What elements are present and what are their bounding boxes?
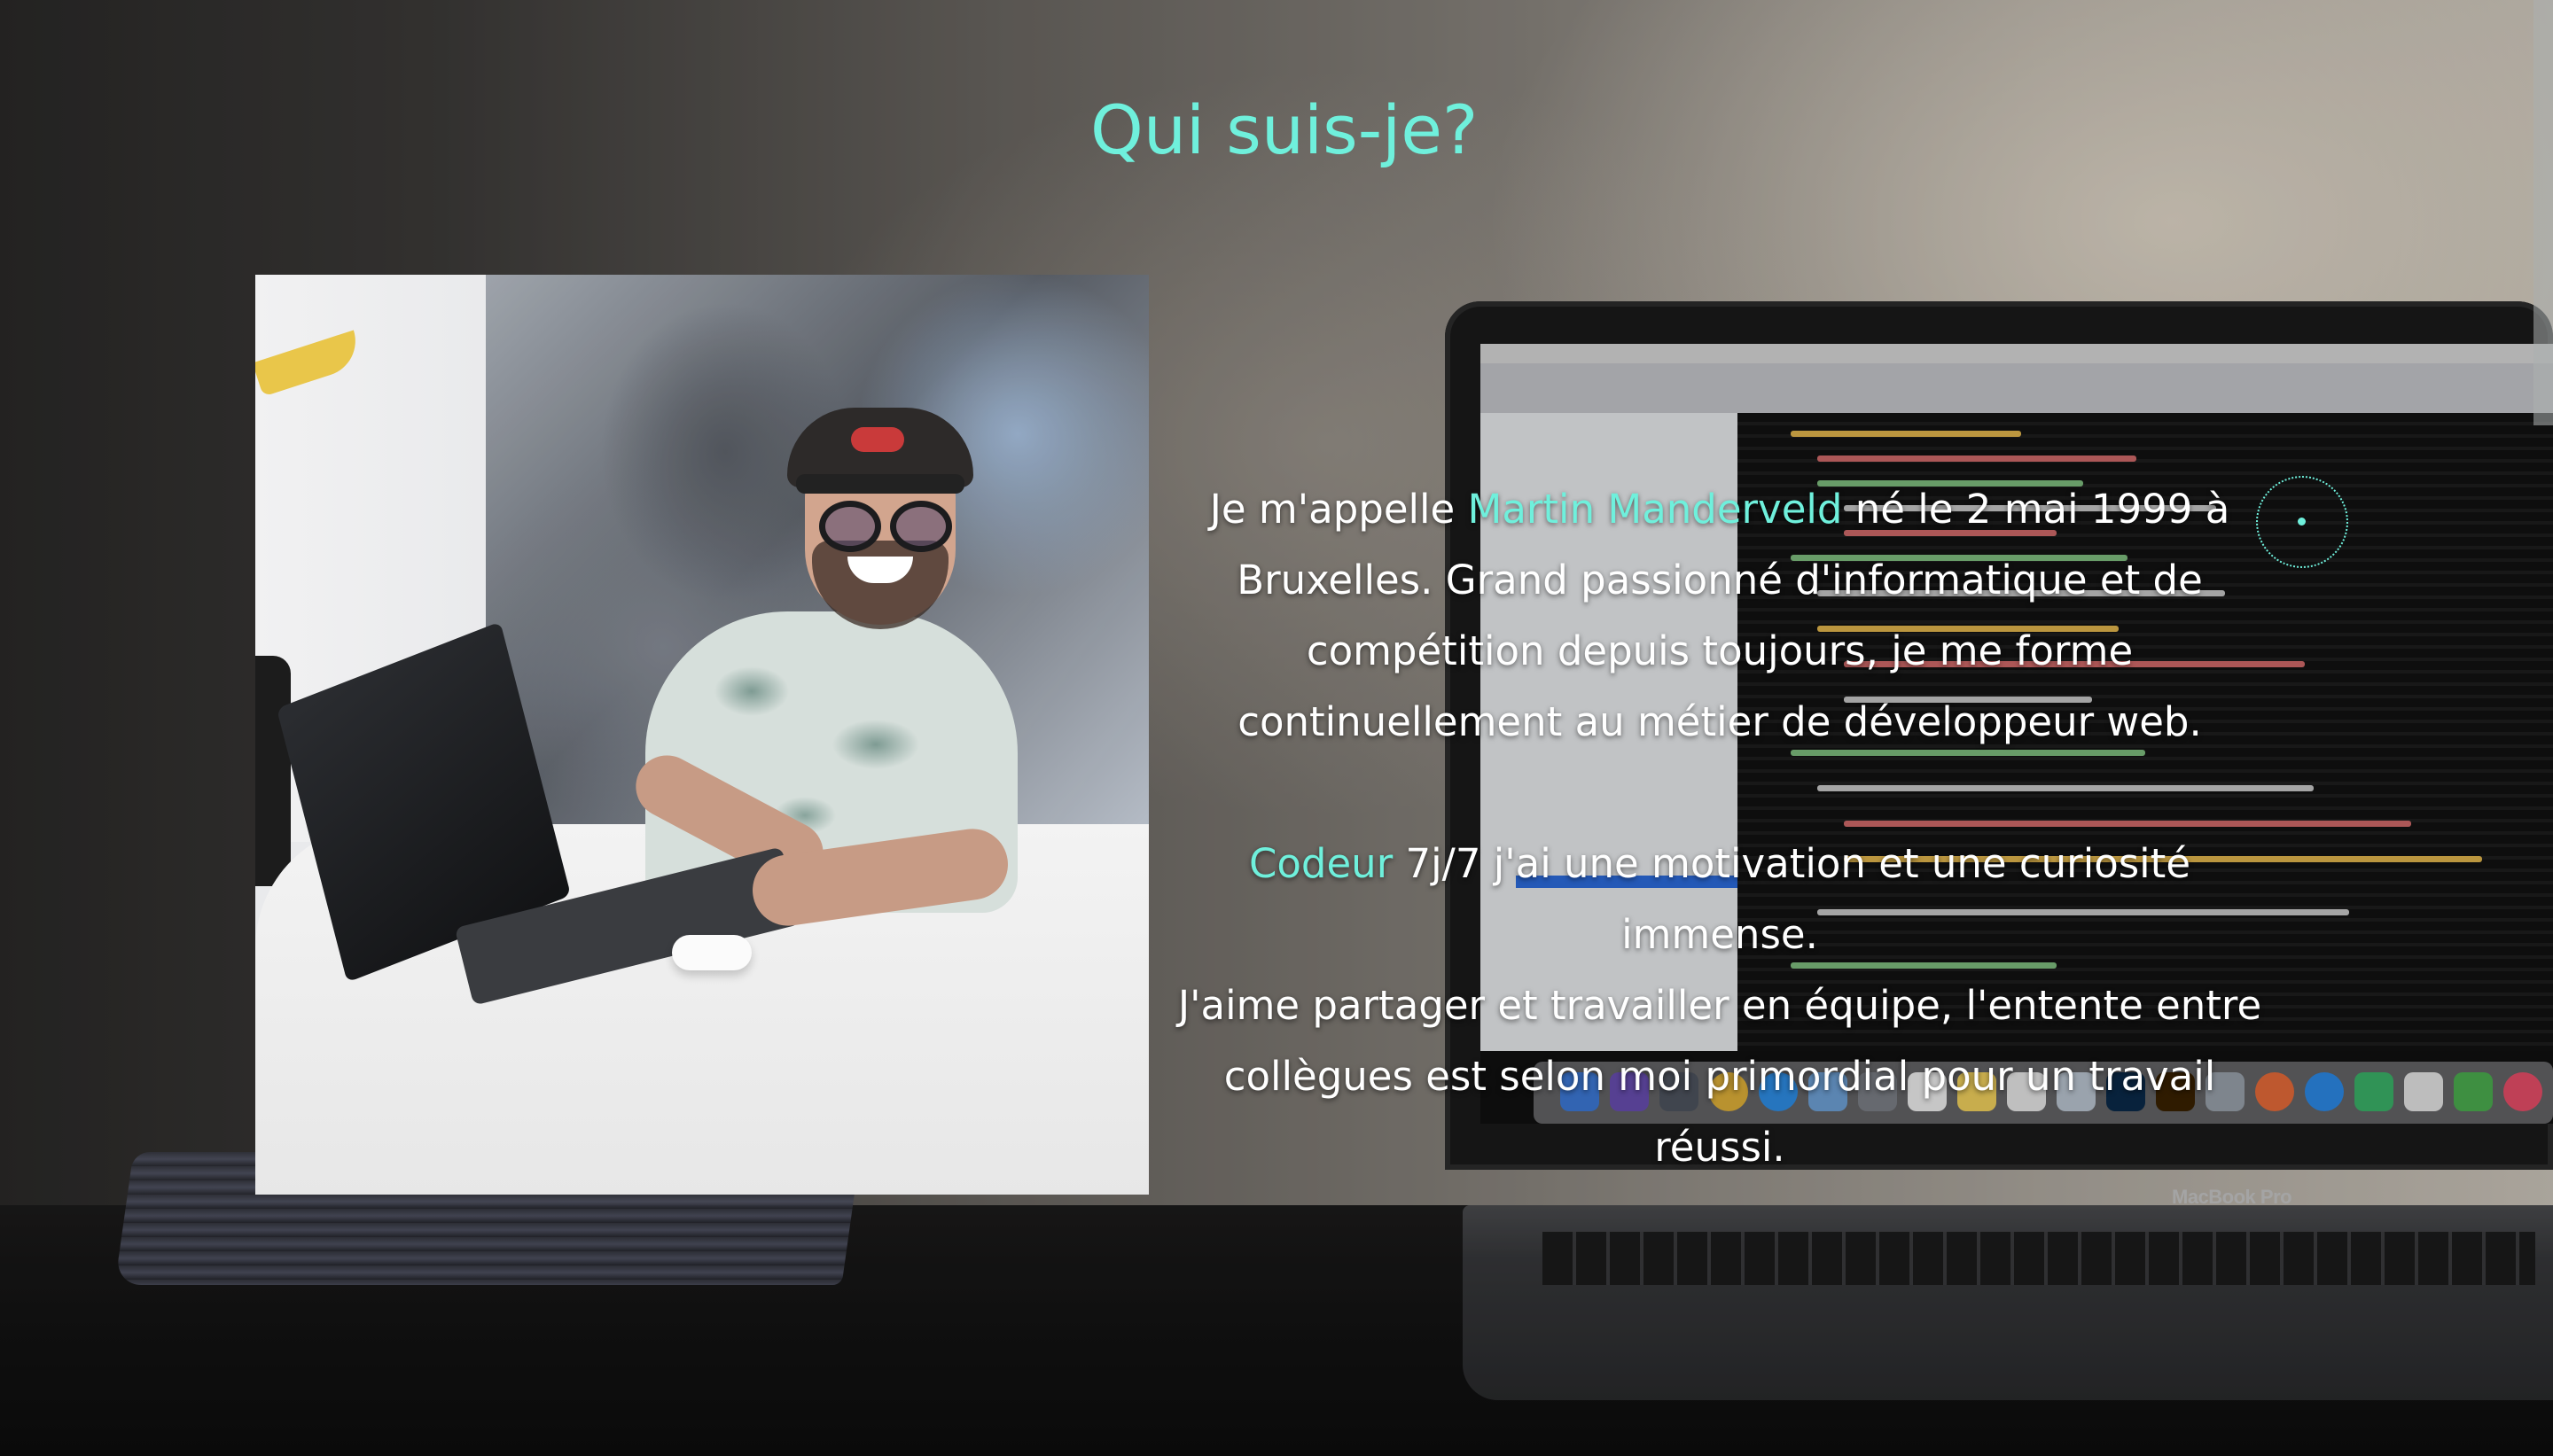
photo-glasses-right	[890, 501, 952, 552]
bio-text-segment: né le 2 mai 1999 à	[1842, 486, 2230, 533]
bio-line: collègues est selon moi primordial pour …	[1223, 1053, 2216, 1171]
bio-coder-highlight: Codeur	[1248, 840, 1394, 887]
portrait-photo	[255, 275, 1149, 1195]
bio-line: compétition depuis toujours, je me forme	[1306, 627, 2134, 674]
photo-cap-brim	[796, 474, 964, 494]
bio-text-segment: 7j/7 j'ai une motivation et une curiosit…	[1393, 840, 2190, 958]
about-section: MacBook Pro Qui suis-je? Je m'appelle Ma…	[0, 0, 2553, 1456]
cursor-dot-icon	[2298, 518, 2306, 526]
section-heading: Qui suis-je?	[1090, 90, 1479, 169]
bio-line: Codeur 7j/7 j'ai une motivation et une c…	[1152, 829, 2287, 970]
bio-line: J'aime partager et travailler en équipe,…	[1177, 982, 2262, 1029]
bio-line: Je m'appelle Martin Manderveld né le 2 m…	[1152, 474, 2287, 545]
photo-airpods-case	[672, 935, 752, 970]
photo-chair	[255, 656, 291, 886]
bio-text-segment: Je m'appelle	[1209, 486, 1468, 533]
photo-cap-logo	[851, 427, 904, 452]
photo-glasses-left	[819, 501, 881, 552]
bio-name-highlight: Martin Manderveld	[1467, 486, 1843, 533]
bio-line: Bruxelles. Grand passionné d'informatiqu…	[1237, 557, 2203, 603]
bio-line: continuellement au métier de développeur…	[1237, 698, 2202, 745]
bio-text: Je m'appelle Martin Manderveld né le 2 m…	[1152, 474, 2287, 1183]
